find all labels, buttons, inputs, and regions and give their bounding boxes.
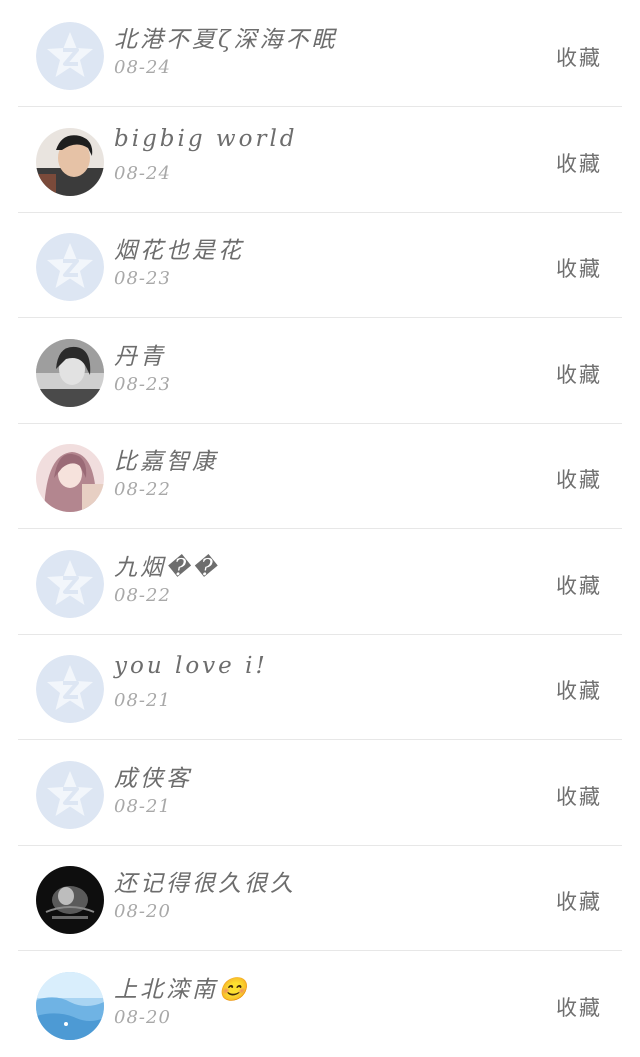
collect-button[interactable]: 收藏	[556, 992, 602, 1022]
collect-button[interactable]: 收藏	[556, 570, 602, 600]
list-item[interactable]: 北港不夏ζ深海不眠 08-24 收藏	[18, 2, 622, 107]
collect-button[interactable]: 收藏	[556, 42, 602, 72]
user-photo-avatar[interactable]	[36, 128, 104, 196]
history-list: 北港不夏ζ深海不眠 08-24 收藏 bigbig world 08-24 收藏…	[0, 0, 640, 1054]
list-item[interactable]: 九烟�� 08-22 收藏	[18, 530, 622, 635]
contact-name: 烟花也是花	[114, 238, 244, 264]
contact-name: 丹青	[114, 344, 166, 370]
default-avatar-icon[interactable]	[36, 233, 104, 301]
item-date: 08-24	[114, 57, 171, 78]
contact-name: 成侠客	[114, 766, 192, 792]
contact-name: 还记得很久很久	[114, 871, 296, 897]
collect-button[interactable]: 收藏	[556, 359, 602, 389]
list-item[interactable]: bigbig world 08-24 收藏	[18, 108, 622, 213]
contact-name: bigbig world	[114, 126, 298, 152]
list-item[interactable]: 上北滦南😊 08-20 收藏	[18, 952, 622, 1057]
user-photo-avatar[interactable]	[36, 972, 104, 1040]
item-date: 08-20	[114, 1007, 171, 1028]
contact-name: 比嘉智康	[114, 449, 218, 475]
user-photo-avatar[interactable]	[36, 866, 104, 934]
user-photo-avatar[interactable]	[36, 444, 104, 512]
list-item[interactable]: 还记得很久很久 08-20 收藏	[18, 846, 622, 951]
default-avatar-icon[interactable]	[36, 22, 104, 90]
item-date: 08-23	[114, 268, 171, 289]
item-date: 08-21	[114, 796, 171, 817]
list-item[interactable]: 成侠客 08-21 收藏	[18, 741, 622, 846]
default-avatar-icon[interactable]	[36, 550, 104, 618]
item-date: 08-23	[114, 374, 171, 395]
contact-name: 北港不夏ζ深海不眠	[114, 27, 338, 53]
list-item[interactable]: 烟花也是花 08-23 收藏	[18, 213, 622, 318]
user-photo-avatar[interactable]	[36, 339, 104, 407]
default-avatar-icon[interactable]	[36, 761, 104, 829]
item-date: 08-22	[114, 479, 171, 500]
item-date: 08-24	[114, 163, 171, 184]
collect-button[interactable]: 收藏	[556, 675, 602, 705]
item-date: 08-20	[114, 901, 171, 922]
item-date: 08-22	[114, 585, 171, 606]
contact-name: you love i!	[114, 653, 268, 679]
contact-name: 上北滦南😊	[114, 977, 250, 1003]
list-item[interactable]: 丹青 08-23 收藏	[18, 319, 622, 424]
collect-button[interactable]: 收藏	[556, 148, 602, 178]
collect-button[interactable]: 收藏	[556, 781, 602, 811]
list-item[interactable]: you love i! 08-21 收藏	[18, 635, 622, 740]
default-avatar-icon[interactable]	[36, 655, 104, 723]
contact-name: 九烟��	[114, 555, 220, 581]
collect-button[interactable]: 收藏	[556, 886, 602, 916]
list-item[interactable]: 比嘉智康 08-22 收藏	[18, 424, 622, 529]
item-date: 08-21	[114, 690, 171, 711]
collect-button[interactable]: 收藏	[556, 464, 602, 494]
collect-button[interactable]: 收藏	[556, 253, 602, 283]
